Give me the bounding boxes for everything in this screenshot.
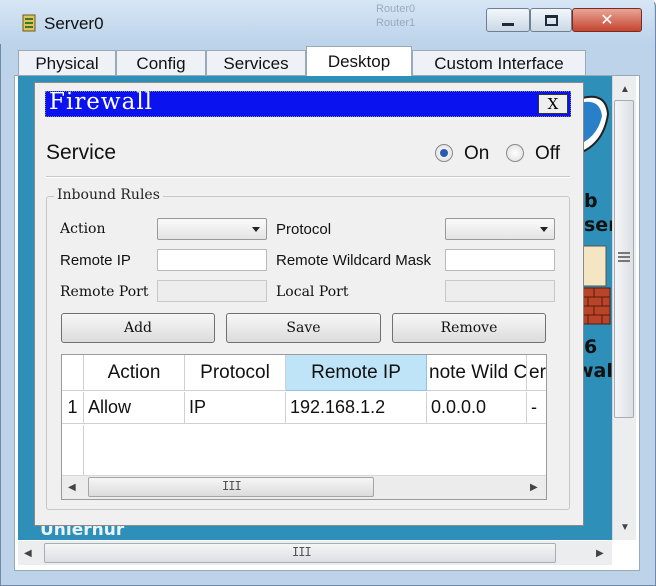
- remote-ip-label: Remote IP: [60, 252, 131, 269]
- maximize-button[interactable]: [530, 8, 572, 32]
- remote-ip-field[interactable]: [157, 249, 267, 271]
- table-cell-truncated: -: [527, 392, 546, 424]
- scroll-up-icon[interactable]: ▲: [620, 84, 630, 95]
- divider: [46, 176, 570, 178]
- background-network-text: Router0 Router1: [376, 2, 415, 30]
- table-header-remote-ip[interactable]: Remote IP: [286, 355, 427, 391]
- local-port-field[interactable]: [445, 280, 555, 302]
- table-cell-protocol: IP: [185, 392, 286, 424]
- chevron-down-icon: [540, 227, 548, 232]
- table-header-remote-wildcard[interactable]: note Wild C: [427, 355, 527, 391]
- scroll-left-icon[interactable]: ◀: [68, 482, 76, 493]
- tab-physical[interactable]: Physical: [18, 50, 116, 76]
- window-title: Server0: [44, 14, 104, 33]
- scroll-right-icon[interactable]: ▶: [596, 548, 604, 559]
- tab-custom-interface[interactable]: Custom Interface: [412, 50, 586, 76]
- desktop-icon-label: b: [584, 190, 598, 212]
- remote-wildcard-label: Remote Wildcard Mask: [276, 252, 432, 269]
- scroll-grip-icon: III: [222, 479, 242, 493]
- table-cell-index: 1: [62, 392, 84, 424]
- close-button[interactable]: ✕: [572, 8, 642, 32]
- maximize-icon: [544, 14, 558, 26]
- scroll-left-icon[interactable]: ◀: [24, 548, 32, 559]
- protocol-label: Protocol: [276, 221, 332, 238]
- close-icon: ✕: [600, 12, 614, 29]
- inbound-rules-legend: Inbound Rules: [54, 187, 163, 203]
- remote-wildcard-field[interactable]: [445, 249, 555, 271]
- tab-bar: Physical Config Services Desktop Custom …: [14, 46, 640, 76]
- service-label: Service: [46, 141, 117, 164]
- scroll-grip-icon: III: [292, 545, 312, 559]
- web-browser-icon[interactable]: [580, 92, 612, 170]
- table-cell-remote-wildcard: 0.0.0.0: [427, 392, 527, 424]
- scroll-right-icon[interactable]: ▶: [530, 482, 538, 493]
- background-router-label: Router1: [376, 17, 416, 29]
- table-cell-remote-ip: 192.168.1.2: [286, 392, 427, 424]
- protocol-select[interactable]: [445, 218, 555, 240]
- table-header-truncated[interactable]: er: [527, 355, 546, 391]
- tab-config[interactable]: Config: [116, 50, 206, 76]
- table-header-index: [62, 355, 84, 391]
- save-button[interactable]: Save: [226, 313, 381, 343]
- add-button[interactable]: Add: [61, 313, 215, 343]
- remote-port-field[interactable]: [157, 280, 267, 302]
- desktop-icon-label: 6: [584, 336, 598, 358]
- scroll-down-icon[interactable]: ▼: [620, 522, 630, 533]
- remove-button[interactable]: Remove: [392, 313, 546, 343]
- action-label: Action: [60, 221, 106, 237]
- table-cell-action: Allow: [84, 392, 185, 424]
- service-off-label[interactable]: Off: [535, 143, 560, 165]
- service-off-radio[interactable]: [506, 144, 524, 162]
- scroll-grip-icon: [618, 252, 630, 262]
- tab-services[interactable]: Services: [206, 50, 306, 76]
- table-header-protocol[interactable]: Protocol: [185, 355, 286, 391]
- service-on-label[interactable]: On: [464, 143, 489, 165]
- dialog-close-button[interactable]: X: [538, 94, 568, 114]
- minimize-icon: [502, 22, 514, 26]
- local-port-label: Local Port: [276, 284, 349, 300]
- server-icon: [20, 14, 38, 32]
- remote-port-label: Remote Port: [60, 284, 149, 300]
- chevron-down-icon: [252, 227, 260, 232]
- table-header-action[interactable]: Action: [84, 355, 185, 391]
- dialog-title: Firewall: [49, 89, 154, 115]
- minimize-button[interactable]: [486, 8, 530, 32]
- tab-desktop[interactable]: Desktop: [306, 46, 412, 76]
- background-router-label: Router0: [376, 3, 416, 15]
- action-select[interactable]: [157, 218, 267, 240]
- service-on-radio[interactable]: [435, 144, 453, 162]
